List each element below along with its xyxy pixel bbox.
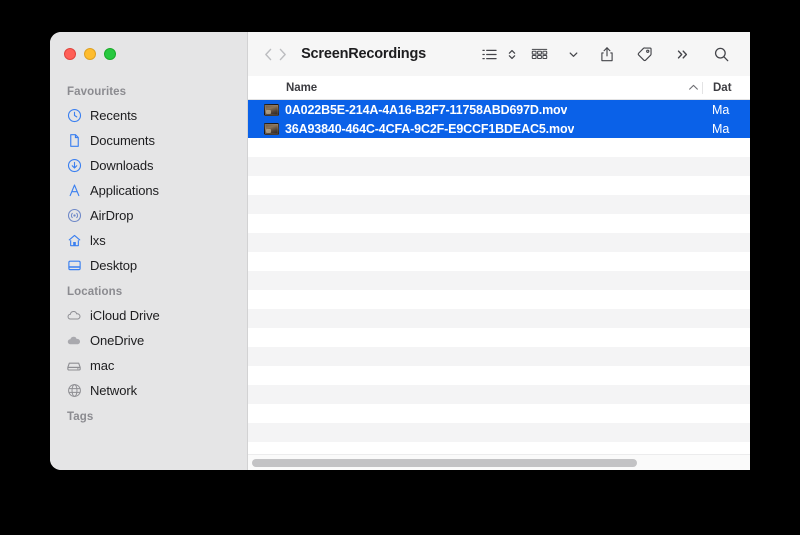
cloud-icon <box>66 308 82 324</box>
movie-thumbnail-icon <box>264 122 279 135</box>
close-button[interactable] <box>64 48 76 60</box>
clock-icon <box>66 108 82 124</box>
sidebar-section-tags-title: Tags <box>67 411 94 423</box>
empty-row[interactable] <box>248 423 750 442</box>
sidebar-item-label: mac <box>90 358 115 373</box>
sidebar-item-label: Desktop <box>90 258 137 273</box>
sidebar: Favourites Recents Documents Downloads A… <box>50 32 248 470</box>
document-icon <box>66 133 82 149</box>
file-list[interactable]: 0A022B5E-214A-4A16-B2F7-11758ABD697D.mov… <box>248 100 750 454</box>
empty-row[interactable] <box>248 385 750 404</box>
back-button[interactable] <box>262 41 276 67</box>
table-row[interactable]: 36A93840-464C-4CFA-9C2F-E9CCF1BDEAC5.mov… <box>248 119 750 138</box>
sidebar-item-label: iCloud Drive <box>90 308 160 323</box>
zoom-button[interactable] <box>104 48 116 60</box>
group-by-button[interactable] <box>520 41 558 67</box>
empty-row[interactable] <box>248 309 750 328</box>
sidebar-item-label: OneDrive <box>90 333 145 348</box>
empty-row[interactable] <box>248 214 750 233</box>
sidebar-item-recents[interactable]: Recents <box>50 103 247 128</box>
column-header-name[interactable]: Name <box>248 82 684 94</box>
empty-row[interactable] <box>248 195 750 214</box>
sidebar-item-downloads[interactable]: Downloads <box>50 153 247 178</box>
file-date-cell: Ma <box>712 102 730 117</box>
traffic-lights <box>50 32 247 76</box>
sidebar-item-airdrop[interactable]: AirDrop <box>50 203 247 228</box>
empty-row[interactable] <box>248 290 750 309</box>
sidebar-item-label: Recents <box>90 108 137 123</box>
sidebar-item-desktop[interactable]: Desktop <box>50 253 247 278</box>
sidebar-item-icloud-drive[interactable]: iCloud Drive <box>50 303 247 328</box>
sidebar-item-applications[interactable]: Applications <box>50 178 247 203</box>
sidebar-item-network[interactable]: Network <box>50 378 247 403</box>
file-name-cell[interactable]: 36A93840-464C-4CFA-9C2F-E9CCF1BDEAC5.mov <box>248 122 684 136</box>
view-controls <box>476 41 520 67</box>
file-name-label: 0A022B5E-214A-4A16-B2F7-11758ABD697D.mov <box>285 102 568 117</box>
sidebar-section-locations-title: Locations <box>67 286 123 298</box>
empty-row[interactable] <box>248 404 750 423</box>
content-pane: ScreenRecordings Name Dat 0A022B5E-214A-… <box>248 32 750 470</box>
sort-ascending-icon[interactable] <box>684 83 702 92</box>
sidebar-scroll-area[interactable]: Favourites Recents Documents Downloads A… <box>50 76 247 470</box>
sidebar-section-favourites-title: Favourites <box>67 86 127 98</box>
table-row[interactable]: 0A022B5E-214A-4A16-B2F7-11758ABD697D.mov… <box>248 100 750 119</box>
chevron-down-icon[interactable] <box>558 41 588 67</box>
column-header-date[interactable]: Dat <box>702 81 750 94</box>
forward-button[interactable] <box>276 41 290 67</box>
sidebar-item-home[interactable]: lxs <box>50 228 247 253</box>
applications-icon <box>66 183 82 199</box>
desktop-icon <box>66 258 82 274</box>
globe-icon <box>66 383 82 399</box>
finder-window: Favourites Recents Documents Downloads A… <box>50 32 750 470</box>
empty-row[interactable] <box>248 328 750 347</box>
tag-button[interactable] <box>626 41 664 67</box>
sidebar-item-onedrive[interactable]: OneDrive <box>50 328 247 353</box>
harddisk-icon <box>66 358 82 374</box>
empty-row[interactable] <box>248 176 750 195</box>
window-body: Favourites Recents Documents Downloads A… <box>50 32 750 470</box>
toolbar: ScreenRecordings <box>248 32 750 76</box>
horizontal-scrollbar-thumb[interactable] <box>252 458 638 467</box>
file-name-label: 36A93840-464C-4CFA-9C2F-E9CCF1BDEAC5.mov <box>285 121 575 136</box>
empty-row[interactable] <box>248 366 750 385</box>
sidebar-item-label: Documents <box>90 133 155 148</box>
minimize-button[interactable] <box>84 48 96 60</box>
home-icon <box>66 233 82 249</box>
desktop-background: Favourites Recents Documents Downloads A… <box>0 0 800 535</box>
empty-row[interactable] <box>248 157 750 176</box>
sidebar-item-label: Applications <box>90 183 159 198</box>
empty-row[interactable] <box>248 271 750 290</box>
toolbar-right-controls <box>520 41 750 67</box>
sidebar-item-label: Network <box>90 383 137 398</box>
search-button[interactable] <box>702 41 740 67</box>
more-toolbar-items-button[interactable] <box>664 41 702 67</box>
sidebar-item-documents[interactable]: Documents <box>50 128 247 153</box>
sidebar-item-label: Downloads <box>90 158 154 173</box>
page-title: ScreenRecordings <box>301 46 426 62</box>
empty-row[interactable] <box>248 233 750 252</box>
file-date-cell: Ma <box>712 121 730 136</box>
sidebar-item-label: AirDrop <box>90 208 134 223</box>
empty-row[interactable] <box>248 347 750 366</box>
sidebar-item-label: lxs <box>90 233 106 248</box>
movie-thumbnail-icon <box>264 103 279 116</box>
horizontal-scrollbar[interactable] <box>248 454 750 470</box>
cloud-filled-icon <box>66 333 82 349</box>
download-icon <box>66 158 82 174</box>
file-name-cell[interactable]: 0A022B5E-214A-4A16-B2F7-11758ABD697D.mov <box>248 103 684 117</box>
airdrop-icon <box>66 208 82 224</box>
empty-row[interactable] <box>248 138 750 157</box>
view-options-chevron-icon[interactable] <box>504 41 520 67</box>
column-header-row: Name Dat <box>248 76 750 100</box>
empty-row[interactable] <box>248 252 750 271</box>
share-button[interactable] <box>588 41 626 67</box>
sidebar-item-mac[interactable]: mac <box>50 353 247 378</box>
list-view-button[interactable] <box>476 41 502 67</box>
